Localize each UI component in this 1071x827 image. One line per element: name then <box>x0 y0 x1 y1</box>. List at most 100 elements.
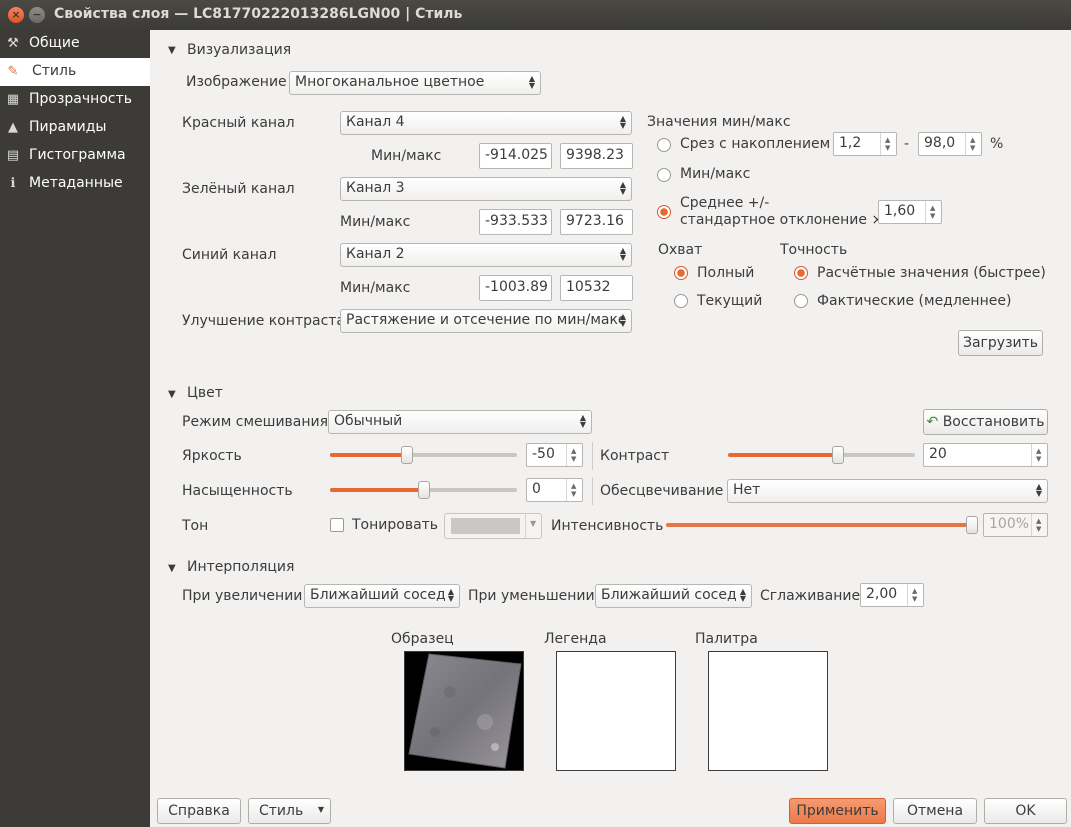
slider-handle[interactable] <box>418 481 430 499</box>
cumulative-cut-radio[interactable] <box>657 138 671 152</box>
histogram-icon: ▤ <box>6 148 20 163</box>
intensity-slider[interactable] <box>666 515 978 535</box>
contrast-value: 20 <box>929 446 947 462</box>
oversampling-spin[interactable]: 2,00 ▲ ▼ <box>860 583 924 607</box>
zoomed-out-label: При уменьшении <box>468 588 595 604</box>
spin-arrows-icon[interactable]: ▲ ▼ <box>566 444 582 466</box>
sidebar-item-metadata[interactable]: ℹ Метаданные <box>0 170 150 198</box>
ok-button[interactable]: OK <box>984 798 1067 824</box>
reset-button[interactable]: ↶ Восстановить <box>923 409 1048 435</box>
sidebar-item-label: Пирамиды <box>29 119 107 135</box>
spin-arrows-icon[interactable]: ▲ ▼ <box>965 133 981 155</box>
zoomed-in-select[interactable]: Ближайший сосед ▲ ▼ <box>304 584 460 608</box>
blue-max-input[interactable]: 10532 <box>560 275 633 301</box>
spin-arrows-icon[interactable]: ▲ ▼ <box>566 479 582 501</box>
cumulative-low-spin[interactable]: 1,2 ▲ ▼ <box>833 132 897 156</box>
brightness-slider[interactable] <box>330 445 517 465</box>
minimize-icon[interactable]: − <box>29 7 45 23</box>
cumulative-high-value: 98,0 <box>924 135 956 151</box>
green-max-input[interactable]: 9723.16 <box>560 209 633 235</box>
minmax-radio[interactable] <box>657 168 671 182</box>
sidebar-item-transparency[interactable]: ▦ Прозрачность <box>0 86 150 114</box>
slider-handle[interactable] <box>832 446 844 464</box>
green-band-value: Канал 3 <box>346 180 405 196</box>
contrast-slider[interactable] <box>728 445 915 465</box>
spin-arrows-icon[interactable]: ▲ ▼ <box>880 133 896 155</box>
extent-full-radio[interactable] <box>674 266 688 280</box>
renderer-select[interactable]: Многоканальное цветное ▲ ▼ <box>289 71 541 95</box>
accuracy-estimate-radio[interactable] <box>794 266 808 280</box>
saturation-slider[interactable] <box>330 480 517 500</box>
help-button[interactable]: Справка <box>157 798 241 824</box>
sidebar-item-histogram[interactable]: ▤ Гистограмма <box>0 142 150 170</box>
spin-arrows-icon[interactable]: ▲ ▼ <box>1031 514 1047 536</box>
extent-current-label: Текущий <box>697 293 763 309</box>
renderer-select-value: Многоканальное цветное <box>295 74 485 90</box>
brightness-spin[interactable]: -50 ▲ ▼ <box>526 443 583 467</box>
blend-mode-value: Обычный <box>334 413 403 429</box>
extent-current-radio[interactable] <box>674 294 688 308</box>
red-max-input[interactable]: 9398.23 <box>560 143 633 169</box>
palette-preview <box>708 651 828 771</box>
close-icon[interactable]: × <box>8 7 24 23</box>
blue-min-input[interactable]: -1003.89 <box>479 275 552 301</box>
chevron-updown-icon: ▲ ▼ <box>579 413 586 429</box>
green-minmax-label: Мин/макс <box>340 214 411 230</box>
apply-button[interactable]: Применить <box>789 798 886 824</box>
red-band-label: Красный канал <box>182 115 295 131</box>
colorize-color-button[interactable]: ▼ <box>444 513 542 539</box>
red-min-input[interactable]: -914.025 <box>479 143 552 169</box>
cancel-button[interactable]: Отмена <box>893 798 977 824</box>
contrast-spin[interactable]: 20 ▲ ▼ <box>923 443 1048 467</box>
collapse-triangle-icon[interactable]: ▼ <box>168 563 176 574</box>
contrast-enhancement-select[interactable]: Растяжение и отсечение по мин/макс ▲ ▼ <box>340 309 632 333</box>
green-min-input[interactable]: -933.533 <box>479 209 552 235</box>
accuracy-actual-radio[interactable] <box>794 294 808 308</box>
chevron-updown-icon: ▲ ▼ <box>447 587 454 603</box>
contrast-enhancement-value: Растяжение и отсечение по мин/макс <box>346 312 626 328</box>
sidebar-item-general[interactable]: ⚒ Общие <box>0 30 150 58</box>
window-title: Свойства слоя — LC81770222013286LGN00 | … <box>54 6 463 22</box>
render-section-title: Визуализация <box>187 42 292 58</box>
collapse-triangle-icon[interactable]: ▼ <box>168 389 176 400</box>
hue-label: Тон <box>182 518 209 534</box>
oversampling-value: 2,00 <box>866 586 898 602</box>
color-swatch <box>451 518 520 534</box>
stddev-radio[interactable] <box>657 205 671 219</box>
green-band-label: Зелёный канал <box>182 181 295 197</box>
blend-mode-select[interactable]: Обычный ▲ ▼ <box>328 410 592 434</box>
red-band-select[interactable]: Канал 4 ▲ ▼ <box>340 111 632 135</box>
slider-handle[interactable] <box>401 446 413 464</box>
satellite-thumbnail <box>408 653 522 769</box>
zoomed-out-select[interactable]: Ближайший сосед ▲ ▼ <box>595 584 752 608</box>
spin-arrows-icon[interactable]: ▲ ▼ <box>907 584 923 606</box>
zoomed-in-label: При увеличении <box>182 588 303 604</box>
collapse-triangle-icon[interactable]: ▼ <box>168 45 176 56</box>
reset-button-label: Восстановить <box>942 414 1045 430</box>
extent-title: Охват <box>658 242 703 258</box>
color-section-title: Цвет <box>187 385 223 401</box>
colorize-checkbox[interactable] <box>330 518 344 532</box>
green-band-select[interactable]: Канал 3 ▲ ▼ <box>340 177 632 201</box>
cumulative-cut-label: Срез с накоплением <box>680 136 831 152</box>
spin-arrows-icon[interactable]: ▲ ▼ <box>1031 444 1047 466</box>
blue-minmax-label: Мин/макс <box>340 280 411 296</box>
intensity-label: Интенсивность <box>551 518 664 534</box>
sidebar-item-pyramids[interactable]: ▲ Пирамиды <box>0 114 150 142</box>
brightness-value: -50 <box>532 446 555 462</box>
grayscale-select[interactable]: Нет ▲ ▼ <box>727 479 1048 503</box>
slider-handle[interactable] <box>966 516 978 534</box>
accuracy-estimate-label: Расчётные значения (быстрее) <box>817 265 1046 281</box>
cumulative-high-spin[interactable]: 98,0 ▲ ▼ <box>918 132 982 156</box>
minmax-group-title: Значения мин/макс <box>647 114 791 130</box>
sidebar-item-style[interactable]: ✎ Стиль <box>0 58 150 86</box>
sidebar: ⚒ Общие ✎ Стиль ▦ Прозрачность ▲ Пирамид… <box>0 30 150 827</box>
intensity-spin[interactable]: 100% ▲ ▼ <box>983 513 1048 537</box>
stddev-spin[interactable]: 1,60 ▲ ▼ <box>878 200 942 224</box>
blue-band-label: Синий канал <box>182 247 277 263</box>
spin-arrows-icon[interactable]: ▲ ▼ <box>925 201 941 223</box>
load-button[interactable]: Загрузить <box>958 330 1043 356</box>
saturation-spin[interactable]: 0 ▲ ▼ <box>526 478 583 502</box>
style-menu-button[interactable]: Стиль ▼ <box>248 798 331 824</box>
blue-band-select[interactable]: Канал 2 ▲ ▼ <box>340 243 632 267</box>
